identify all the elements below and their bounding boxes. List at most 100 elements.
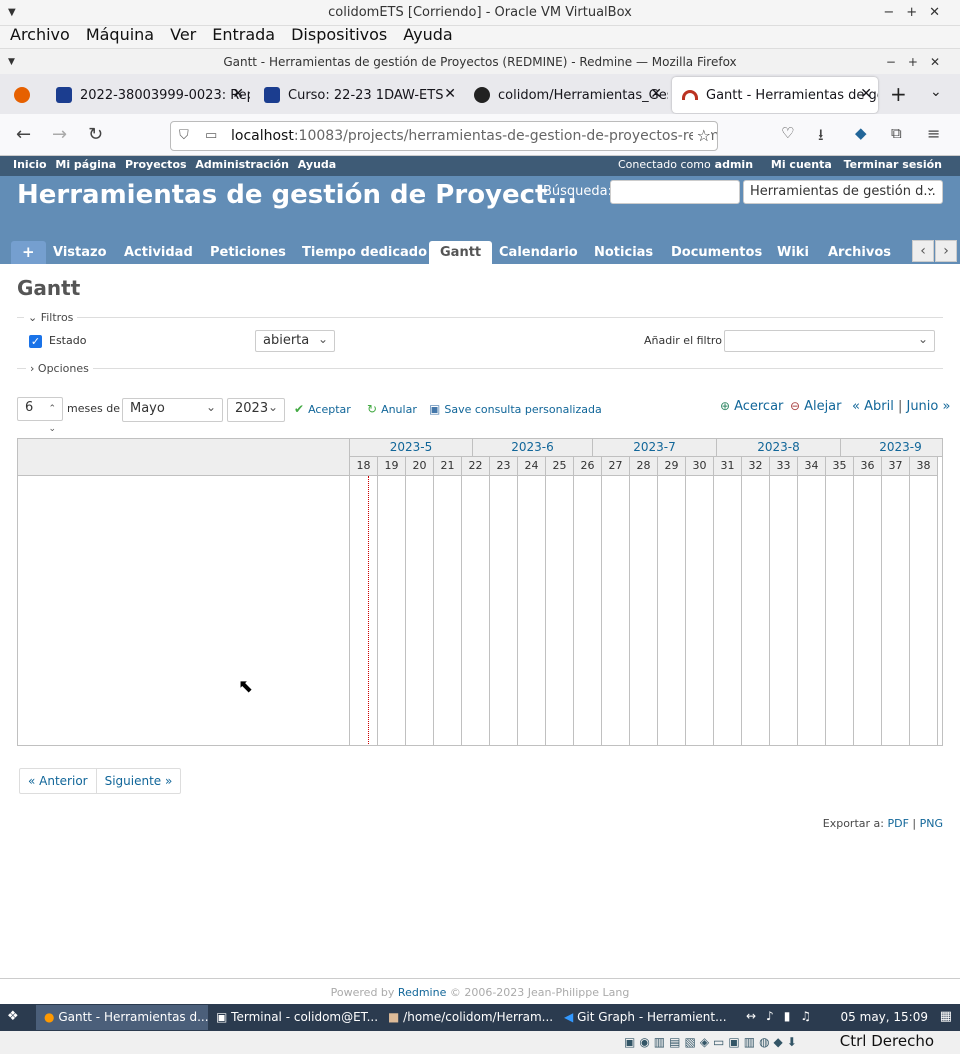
clock[interactable]: 05 may, 15:09 <box>841 1005 928 1030</box>
apply-link[interactable]: ✔ Aceptar <box>294 402 351 416</box>
gantt-month[interactable]: 2023-5 <box>350 439 473 457</box>
zoom-out-icon: ⊖ <box>790 399 801 413</box>
close-icon[interactable]: ✕ <box>444 86 456 102</box>
options-legend[interactable]: › Opciones <box>26 362 93 375</box>
export-label: Exportar a: <box>822 817 884 830</box>
stepper-icon[interactable]: ⌃ ⌄ <box>48 399 56 439</box>
month-select[interactable]: Mayo ⌄ <box>122 398 223 422</box>
shield-icon[interactable]: ⛉ <box>179 122 189 150</box>
browser-tab-2[interactable]: Curso: 22-23 1DAW-ETS ✕ <box>254 77 462 113</box>
top-menu-proyectos[interactable]: Proyectos <box>125 158 187 171</box>
browser-tab-4-active[interactable]: Gantt - Herramientas de ge ✕ <box>672 77 878 113</box>
my-account-link[interactable]: Mi cuenta <box>771 158 832 171</box>
tab-documentos[interactable]: Documentos <box>660 241 773 264</box>
screenshot-icon[interactable]: ▦ <box>940 1009 952 1024</box>
top-menu-ayuda[interactable]: Ayuda <box>298 158 336 171</box>
months-count-input[interactable]: 6 ⌃ ⌄ <box>17 397 63 434</box>
task-firefox[interactable]: ● Gantt - Herramientas d... <box>36 1005 208 1030</box>
download-icon[interactable]: ⭳ <box>818 124 824 151</box>
save-query-link[interactable]: ▣ Save consulta personalizada <box>429 402 602 416</box>
clear-link[interactable]: ↻ Anular <box>367 402 417 416</box>
tab-noticias[interactable]: Noticias <box>583 241 664 264</box>
top-menu-administracion[interactable]: Administración <box>195 158 289 171</box>
window-controls[interactable]: −+✕ <box>883 0 952 26</box>
year-select[interactable]: 2023 ⌄ <box>227 398 285 422</box>
vbox-menu-maquina[interactable]: Máquina <box>86 26 154 48</box>
next-month-link[interactable]: Junio » <box>906 399 950 414</box>
pocket-icon[interactable]: ♡ <box>781 124 794 142</box>
new-object-button[interactable]: + <box>11 241 46 264</box>
tab-actividad[interactable]: Actividad <box>113 241 204 264</box>
close-icon[interactable]: ✕ <box>650 86 662 102</box>
filters-legend[interactable]: ⌄ Filtros <box>24 311 78 324</box>
firefox-menu-tab[interactable] <box>4 77 40 113</box>
estado-checkbox[interactable]: ✓ <box>29 335 42 348</box>
list-tabs-icon[interactable]: ⌄ <box>930 84 942 100</box>
zoom-in-link[interactable]: ⊕ Acercar <box>720 399 783 414</box>
window-controls[interactable]: −+✕ <box>886 49 952 75</box>
close-icon[interactable]: ✕ <box>860 86 872 102</box>
gantt-month[interactable]: 2023-6 <box>473 439 593 457</box>
project-jump-select[interactable]: Herramientas de gestión d... <box>743 180 943 204</box>
vbox-menu-dispositivos[interactable]: Dispositivos <box>291 26 387 48</box>
tab-peticiones[interactable]: Peticiones <box>199 241 297 264</box>
vbox-menu-entrada[interactable]: Entrada <box>212 26 275 48</box>
logout-link[interactable]: Terminar sesión <box>844 158 942 171</box>
vbox-device-icons[interactable]: ▣◉▥▤▧◈▭▣▥◍◆⬇ <box>624 1035 801 1049</box>
extension-icon[interactable]: ◆ <box>855 124 867 142</box>
task-file-manager[interactable]: ■ /home/colidom/Herram... <box>380 1005 556 1030</box>
top-menu-inicio[interactable]: Inicio <box>13 158 47 171</box>
gantt-week-column <box>686 476 714 745</box>
export-png-link[interactable]: PNG <box>920 817 943 830</box>
tab-calendario[interactable]: Calendario <box>488 241 589 264</box>
tray-icons[interactable]: ↔♪▮♫ <box>746 1009 821 1023</box>
footer-redmine-link[interactable]: Redmine <box>398 986 446 999</box>
chevron-left-icon[interactable]: ‹ <box>912 240 934 262</box>
add-filter-select[interactable]: ⌄ <box>724 330 935 352</box>
page-info-icon[interactable]: ▭ <box>205 122 217 150</box>
chevron-right-icon: › <box>30 362 38 375</box>
tab-tiempo-dedicado[interactable]: Tiempo dedicado <box>291 241 438 264</box>
next-page-link[interactable]: Siguiente » <box>95 769 181 793</box>
search-input[interactable] <box>610 180 740 204</box>
gantt-month[interactable]: 2023-9 <box>841 439 942 457</box>
extensions-icon[interactable]: ⧉ <box>891 124 902 142</box>
vbox-menu-archivo[interactable]: Archivo <box>10 26 70 48</box>
prev-page-link[interactable]: « Anterior <box>20 769 96 793</box>
browser-tab-3[interactable]: colidom/Herramientas_Gest ✕ <box>464 77 668 113</box>
browser-tab-1[interactable]: 2022-38003999-0023: Repo ✕ <box>46 77 250 113</box>
url-path: :10083/projects/herramientas-de-gestion-… <box>293 128 717 144</box>
project-title[interactable]: Herramientas de gestión de Proyect... <box>17 180 577 210</box>
new-tab-icon[interactable]: + <box>890 82 907 106</box>
gantt-chart: 2023-5 2023-6 2023-7 2023-8 2023-9 18 19 2… <box>17 438 943 746</box>
top-menu-mi-pagina[interactable]: Mi página <box>55 158 116 171</box>
export-pdf-link[interactable]: PDF <box>887 817 908 830</box>
forward-icon[interactable]: → <box>52 124 67 145</box>
tab-archivos[interactable]: Archivos <box>817 241 902 264</box>
gantt-month[interactable]: 2023-8 <box>717 439 841 457</box>
zoom-out-link[interactable]: ⊖ Alejar <box>790 399 842 414</box>
estado-operator-select[interactable]: abierta ⌄ <box>255 330 335 352</box>
export-links: Exportar a: PDF | PNG <box>822 817 943 830</box>
tab-gantt[interactable]: Gantt <box>429 241 493 264</box>
vbox-menu-ayuda[interactable]: Ayuda <box>403 26 452 48</box>
reload-icon[interactable]: ↻ <box>88 124 103 145</box>
hamburger-menu-icon[interactable]: ≡ <box>927 124 940 143</box>
folder-icon: ■ <box>388 1010 400 1024</box>
bookmark-star-icon[interactable]: ☆ <box>692 122 711 150</box>
task-terminal[interactable]: ▣ Terminal - colidom@ET... <box>208 1005 380 1030</box>
logged-user-link[interactable]: admin <box>715 158 753 171</box>
url-bar[interactable]: ⛉ ▭ localhost:10083/projects/herramienta… <box>170 121 718 151</box>
tab-vistazo[interactable]: Vistazo <box>42 241 118 264</box>
task-vscode[interactable]: ◀ Git Graph - Herramient... <box>556 1005 732 1030</box>
prev-month-link[interactable]: « Abril <box>852 399 894 414</box>
chevron-right-icon[interactable]: › <box>935 240 957 262</box>
window-menu-icon[interactable]: ▼ <box>8 0 16 26</box>
vbox-menu-ver[interactable]: Ver <box>170 26 196 48</box>
close-icon[interactable]: ✕ <box>232 86 244 102</box>
window-menu-icon[interactable]: ▼ <box>8 49 15 75</box>
tab-wiki[interactable]: Wiki <box>766 241 820 264</box>
back-icon[interactable]: ← <box>16 124 31 145</box>
gantt-month[interactable]: 2023-7 <box>593 439 717 457</box>
start-menu-icon[interactable]: ❖ <box>7 1009 19 1024</box>
